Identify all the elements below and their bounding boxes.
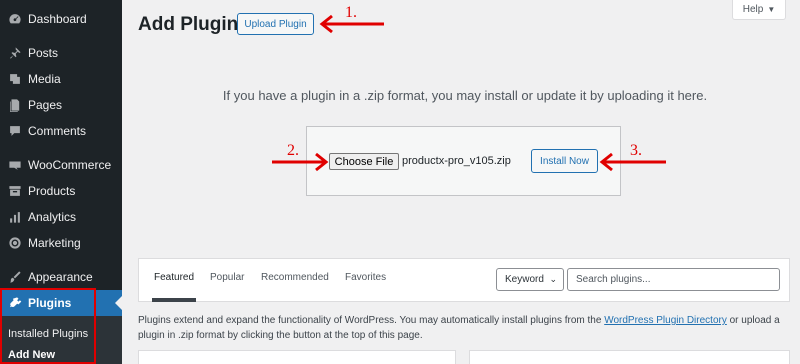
sidebar-item-label: Appearance xyxy=(28,270,93,284)
pin-icon xyxy=(8,46,22,60)
active-tab-indicator xyxy=(152,298,196,302)
annotation-number-2: 2. xyxy=(287,142,299,159)
plugin-card xyxy=(138,350,456,364)
selected-file-name: productx-pro_v105.zip xyxy=(402,155,511,167)
search-type-select[interactable]: Keyword ⌄ xyxy=(496,268,564,291)
plugin-card xyxy=(469,350,790,364)
archive-icon xyxy=(8,184,22,198)
annotation-arrow-2 xyxy=(272,152,329,172)
sidebar-item-label: Dashboard xyxy=(28,12,87,26)
tab-featured[interactable]: Featured xyxy=(154,272,194,283)
sidebar-item-label: Media xyxy=(28,72,61,86)
annotation-number-3: 3. xyxy=(630,142,642,159)
megaphone-icon xyxy=(8,236,22,250)
sidebar-item-comments[interactable]: Comments xyxy=(0,118,122,144)
pages-icon xyxy=(8,98,22,112)
tab-recommended[interactable]: Recommended xyxy=(261,272,329,283)
sidebar-item-label: Posts xyxy=(28,46,59,60)
sidebar-item-appearance[interactable]: Appearance xyxy=(0,264,122,290)
directory-description: Plugins extend and expand the functional… xyxy=(138,313,788,343)
help-label: Help xyxy=(742,4,764,15)
upload-description: If you have a plugin in a .zip format, y… xyxy=(222,88,708,103)
directory-text-before: Plugins extend and expand the functional… xyxy=(138,315,605,326)
sidebar-item-analytics[interactable]: Analytics xyxy=(0,204,122,230)
sidebar-item-media[interactable]: Media xyxy=(0,66,122,92)
page-title: Add Plugins xyxy=(138,14,249,35)
search-type-value: Keyword xyxy=(505,274,544,285)
sidebar-item-pages[interactable]: Pages xyxy=(0,92,122,118)
upload-plugin-button[interactable]: Upload Plugin xyxy=(237,13,314,35)
annotation-number-1: 1. xyxy=(345,4,357,21)
sidebar-item-posts[interactable]: Posts xyxy=(0,40,122,66)
sidebar-item-marketing[interactable]: Marketing xyxy=(0,230,122,256)
tab-popular[interactable]: Popular xyxy=(210,272,244,283)
sidebar-item-woocommerce[interactable]: WooCommerce xyxy=(0,152,122,178)
sidebar-item-dashboard[interactable]: Dashboard xyxy=(0,6,122,32)
sidebar-item-label: Analytics xyxy=(28,210,77,224)
sidebar-item-label: Comments xyxy=(28,124,87,138)
tab-favorites[interactable]: Favorites xyxy=(345,272,386,283)
sidebar-item-products[interactable]: Products xyxy=(0,178,122,204)
choose-file-button[interactable]: Choose File xyxy=(329,153,399,170)
dashboard-icon xyxy=(8,12,22,26)
install-now-button[interactable]: Install Now xyxy=(531,149,598,173)
sidebar-item-label: Products xyxy=(28,184,76,198)
highlight-box xyxy=(0,288,96,364)
bar-chart-icon xyxy=(8,210,22,224)
comment-icon xyxy=(8,124,22,138)
woocommerce-icon xyxy=(8,158,22,172)
help-tab[interactable]: Help ▼ xyxy=(732,0,786,20)
admin-sidebar: Dashboard Posts Media Pages Comments Woo… xyxy=(0,0,122,364)
search-plugins-input[interactable] xyxy=(567,268,780,291)
caret-down-icon: ▼ xyxy=(767,5,776,14)
sidebar-item-label: Marketing xyxy=(28,236,81,250)
paintbrush-icon xyxy=(8,270,22,284)
sidebar-item-label: WooCommerce xyxy=(28,158,112,172)
plugin-directory-link[interactable]: WordPress Plugin Directory xyxy=(604,315,727,326)
chevron-down-icon: ⌄ xyxy=(549,274,557,284)
sidebar-item-label: Pages xyxy=(28,98,63,112)
media-icon xyxy=(8,72,22,86)
